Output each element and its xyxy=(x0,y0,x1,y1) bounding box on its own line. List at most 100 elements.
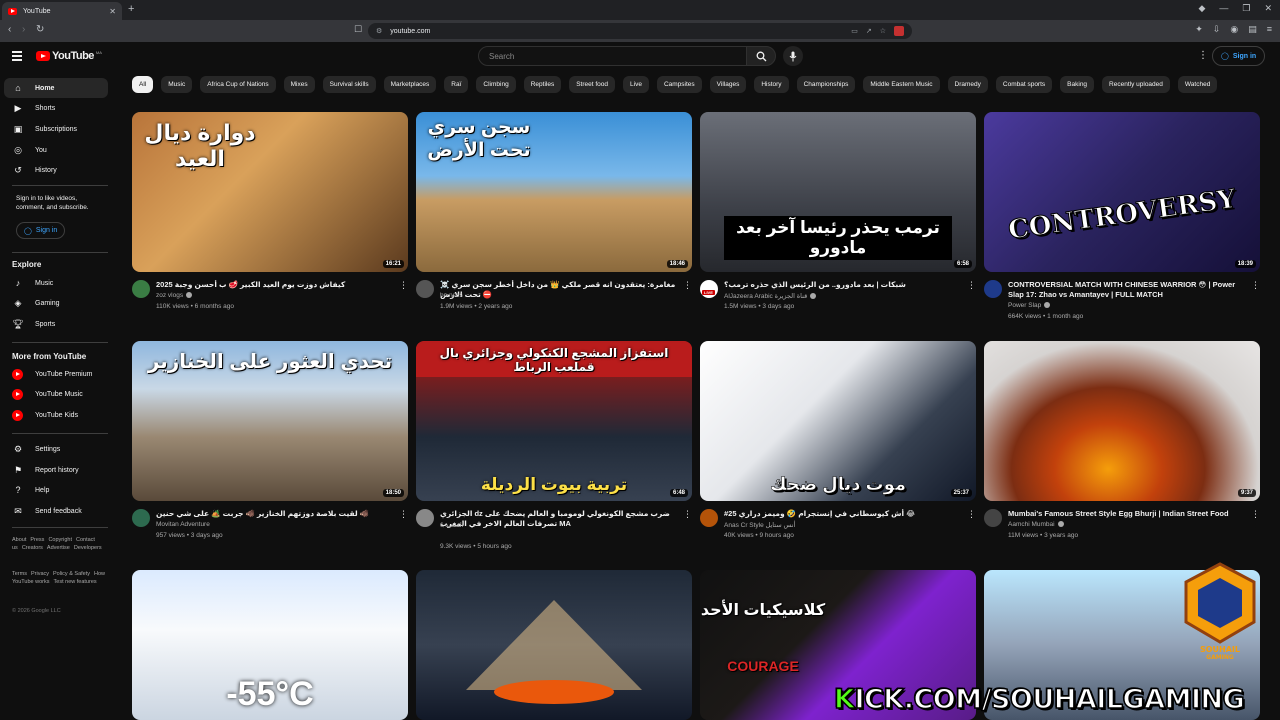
address-bar[interactable]: ⚙ youtube.com ▭ ↗ ☆ xyxy=(368,23,912,39)
video-card[interactable]: 9:37 Mumbai's Famous Street Style Egg Bh… xyxy=(984,341,1260,561)
footer-link[interactable]: Copyright xyxy=(48,537,72,543)
video-thumbnail[interactable]: استفزاز المشجع الكنكولي وجزائري بال قملع… xyxy=(416,341,692,501)
profile-icon[interactable]: ◉ xyxy=(1230,24,1238,35)
chip[interactable]: Baking xyxy=(1060,76,1095,93)
chip[interactable]: Marketplaces xyxy=(383,76,437,93)
sidebar-icon[interactable]: ▤ xyxy=(1248,24,1257,35)
video-title[interactable]: كيفاش دوزت يوم العيد الكبير 🥩 ب أحسن وجب… xyxy=(156,280,396,290)
chip-all[interactable]: All xyxy=(132,76,154,93)
video-thumbnail[interactable]: -55°C xyxy=(132,570,408,720)
channel-avatar[interactable] xyxy=(984,509,1002,527)
chip[interactable]: Villages xyxy=(709,76,747,93)
video-title[interactable]: Mumbai's Famous Street Style Egg Bhurji … xyxy=(1008,509,1248,519)
video-thumbnail[interactable]: دوارة ديال العيد 16:21 xyxy=(132,112,408,272)
sidebar-item-youtube-kids[interactable]: YouTube Kids xyxy=(4,405,108,425)
back-icon[interactable]: ‹ xyxy=(8,24,11,35)
video-title[interactable]: ☠️ مغامرة: يعتقدون انه قصر ملكي 👑 من داخ… xyxy=(440,280,680,300)
sidebar-item-music[interactable]: ♪ Music xyxy=(4,273,108,293)
channel-avatar[interactable] xyxy=(700,509,718,527)
search-button[interactable] xyxy=(746,46,776,66)
video-menu-icon[interactable]: ⋮ xyxy=(399,280,408,291)
video-title[interactable]: الجزائري dz ضرب مشجع الكونغولي لومومبا و… xyxy=(440,509,680,529)
sidebar-item-shorts[interactable]: ▶ Shorts xyxy=(4,98,108,118)
minimize-icon[interactable]: — xyxy=(1219,3,1228,14)
video-menu-icon[interactable]: ⋮ xyxy=(1251,509,1260,520)
youtube-logo[interactable]: YouTube MA xyxy=(36,50,102,62)
tab-search-icon[interactable]: ◆ xyxy=(1198,3,1205,14)
video-card[interactable] xyxy=(416,570,692,720)
chip[interactable]: Recently uploaded xyxy=(1102,76,1170,93)
channel-avatar[interactable] xyxy=(132,509,150,527)
puzzle-icon[interactable]: ✦ xyxy=(1195,24,1203,35)
video-card[interactable]: استفزاز المشجع الكنكولي وجزائري بال قملع… xyxy=(416,341,692,561)
video-menu-icon[interactable]: ⋮ xyxy=(683,509,692,520)
channel-name[interactable]: zoz vlogs xyxy=(156,292,193,299)
video-menu-icon[interactable]: ⋮ xyxy=(683,280,692,291)
sidebar-item-sports[interactable]: 🏆︎ Sports xyxy=(4,314,108,334)
video-title[interactable]: شبكات | بعد مادورو.. من الرئيس الذي حذره… xyxy=(724,280,964,290)
sidebar-item-report-history[interactable]: ⚑ Report history xyxy=(4,460,108,480)
chip[interactable]: Climbing xyxy=(476,76,516,93)
sidebar-item-settings[interactable]: ⚙ Settings xyxy=(4,439,108,459)
settings-kebab-icon[interactable]: ⋮ xyxy=(1198,50,1208,61)
site-info-icon[interactable]: ⚙ xyxy=(376,27,382,35)
video-card[interactable]: -55°C xyxy=(132,570,408,720)
menu-icon[interactable]: ≡ xyxy=(1267,24,1272,35)
channel-name[interactable]: Anas Cr Style أنس ستايل xyxy=(724,521,795,529)
video-card[interactable]: تحدي العثور على الخنازير 18:50 لقيت بلاص… xyxy=(132,341,408,561)
video-thumbnail[interactable]: 9:37 xyxy=(984,341,1260,501)
hamburger-menu-icon[interactable] xyxy=(12,51,22,63)
chip[interactable]: Watched xyxy=(1177,76,1218,93)
channel-avatar[interactable] xyxy=(416,280,434,298)
chip[interactable]: Championships xyxy=(796,76,856,93)
new-tab-icon[interactable]: + xyxy=(128,3,134,15)
voice-search-button[interactable] xyxy=(783,46,803,66)
sidebar-item-home[interactable]: ⌂ Home xyxy=(4,78,108,98)
chip[interactable]: Live xyxy=(623,76,649,93)
channel-name[interactable]: bn nsns xyxy=(440,292,463,299)
footer-link[interactable]: Press xyxy=(30,537,44,543)
chip[interactable]: History xyxy=(754,76,789,93)
video-card[interactable]: دوارة ديال العيد 16:21 كيفاش دوزت يوم ال… xyxy=(132,112,408,332)
share-icon[interactable]: ↗ xyxy=(866,27,872,35)
reload-icon[interactable]: ↻ xyxy=(36,24,44,35)
sidebar-item-you[interactable]: ◎ You xyxy=(4,140,108,160)
video-thumbnail[interactable] xyxy=(416,570,692,720)
channel-name[interactable]: AlJazeera Arabic قناة الجزيرة xyxy=(724,292,817,300)
video-card[interactable]: CONTROVERSY 18:39 CONTROVERSIAL MATCH WI… xyxy=(984,112,1260,332)
channel-name[interactable]: Movitan Adventure xyxy=(156,521,210,528)
video-title[interactable]: CONTROVERSIAL MATCH WITH CHINESE WARRIOR… xyxy=(1008,280,1248,300)
close-window-icon[interactable]: ✕ xyxy=(1264,3,1272,14)
cast-icon[interactable]: ▭ xyxy=(851,27,858,35)
sidebar-item-youtube-premium[interactable]: YouTube Premium xyxy=(4,364,108,384)
channel-avatar[interactable] xyxy=(984,280,1002,298)
download-icon[interactable]: ⇩ xyxy=(1213,24,1221,35)
video-menu-icon[interactable]: ⋮ xyxy=(967,509,976,520)
footer-link[interactable]: Privacy xyxy=(31,571,49,577)
close-tab-icon[interactable]: ✕ xyxy=(109,7,116,16)
chip[interactable]: Dramedy xyxy=(947,76,988,93)
footer-link[interactable]: Policy & Safety xyxy=(53,571,90,577)
video-thumbnail[interactable]: موت ديال ضحك 25:37 xyxy=(700,341,976,501)
sidebar-sign-in-button[interactable]: ◯ Sign in xyxy=(16,222,66,239)
extension-icon[interactable] xyxy=(894,26,904,36)
sidebar-item-subscriptions[interactable]: ▣ Subscriptions xyxy=(4,119,108,139)
chip[interactable]: Combat sports xyxy=(995,76,1053,93)
video-thumbnail[interactable]: CONTROVERSY 18:39 xyxy=(984,112,1260,272)
search-input[interactable]: Search xyxy=(478,46,748,66)
chip[interactable]: Raï xyxy=(444,76,469,93)
chip[interactable]: Mixes xyxy=(283,76,315,93)
video-menu-icon[interactable]: ⋮ xyxy=(1251,280,1260,291)
video-card[interactable]: ترمب يحذر رئيسا آخر بعد مادورو 6:58 LIVE… xyxy=(700,112,976,332)
video-thumbnail[interactable]: ترمب يحذر رئيسا آخر بعد مادورو 6:58 xyxy=(700,112,976,272)
footer-link[interactable]: Developers xyxy=(74,545,102,551)
footer-link[interactable]: Terms xyxy=(12,571,27,577)
footer-link[interactable]: Creators xyxy=(22,545,43,551)
video-menu-icon[interactable]: ⋮ xyxy=(399,509,408,520)
channel-avatar[interactable] xyxy=(416,509,434,527)
chip[interactable]: Middle Eastern Music xyxy=(863,76,940,93)
channel-avatar[interactable] xyxy=(132,280,150,298)
channel-name[interactable]: Power Slap xyxy=(1008,302,1051,309)
chip[interactable]: Africa Cup of Nations xyxy=(200,76,276,93)
video-title[interactable]: #25 أش كيوسطاني في إنستجرام 🤣 وميمز درار… xyxy=(724,509,964,519)
